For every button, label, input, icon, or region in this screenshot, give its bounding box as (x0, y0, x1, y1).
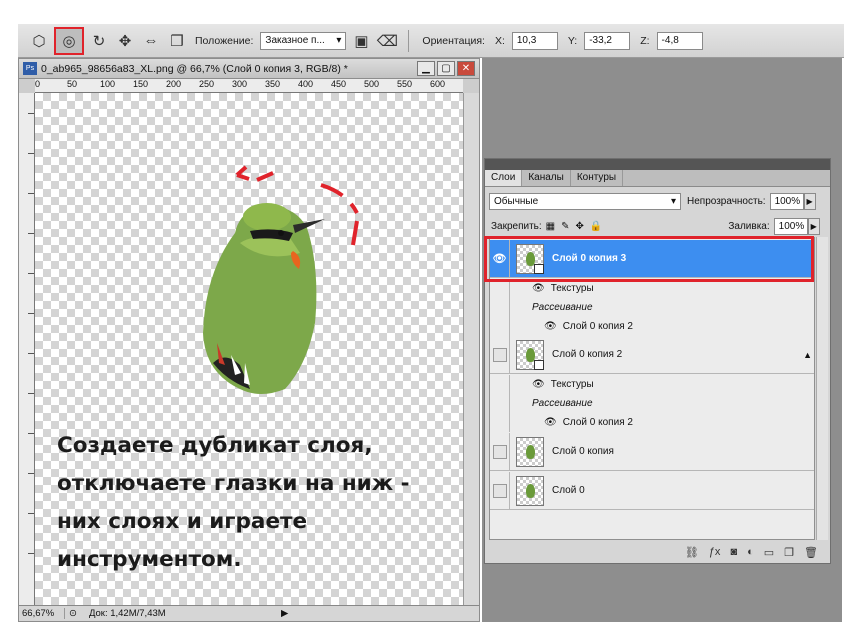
visibility-toggle[interactable] (490, 471, 510, 510)
layer-name: Слой 0 (552, 485, 585, 496)
z-label: Z: (640, 34, 650, 47)
effect-row[interactable]: Рассеивание (490, 394, 814, 413)
selected-layer-highlight (484, 236, 814, 282)
eye-icon[interactable]: 👁 (532, 283, 545, 294)
effect-source-row[interactable]: 👁 Слой 0 копия 2 (490, 413, 814, 432)
layers-list: 👁 Слой 0 копия 3 👁 Текстуры Рассеивание … (489, 237, 815, 540)
y-field[interactable]: -33,2 (584, 31, 631, 50)
position-label: Положение: (195, 34, 254, 47)
eye-icon[interactable]: 👁 (544, 417, 557, 428)
trash-icon[interactable]: 🗑 (804, 546, 818, 559)
zoom-level[interactable]: 66,67% (19, 608, 65, 619)
options-bar: ⬡ ◎ ↻ ✥ ⇔ ❒ Положение: Заказное п... ▾ ▣ … (18, 24, 844, 58)
tutorial-caption: Создаете дубликат слоя, отключаете глазк… (57, 433, 410, 572)
vertical-scrollbar[interactable] (463, 93, 479, 605)
chevron-down-icon: ▾ (336, 35, 342, 46)
panel-footer: ⛓ ƒx ◙ ◐ ▭ ❐ 🗑 (485, 541, 830, 563)
3d-pan-icon[interactable]: ✥ (114, 30, 136, 52)
effect-row[interactable]: 👁 Текстуры (490, 375, 814, 394)
ruler-vertical (19, 93, 35, 605)
status-bar: 66,67% ⊙ Док: 1,42M/7,43M ▶ (19, 605, 479, 621)
z-field[interactable]: -4,8 (656, 31, 703, 50)
folder-icon[interactable]: ▭ (764, 546, 774, 559)
visibility-toggle[interactable] (490, 335, 510, 374)
lock-pixels-icon[interactable]: ✎ (561, 221, 569, 232)
effect-source-row[interactable]: 👁 Слой 0 копия 2 (490, 317, 814, 336)
status-info-icon[interactable]: ⊙ (69, 608, 77, 619)
x-field[interactable]: 10,3 (511, 31, 558, 50)
3d-slide-icon[interactable]: ⇔ (140, 30, 162, 52)
eye-icon[interactable]: 👁 (544, 321, 557, 332)
effect-row[interactable]: Рассеивание (490, 298, 814, 317)
save-icon[interactable]: ▣ (350, 30, 372, 52)
document-window: Ps 0_ab965_98656a83_XL.png @ 66,7% (Слой… (18, 58, 480, 622)
fill-arrow[interactable]: ▶ (807, 217, 820, 235)
lock-transparency-icon[interactable]: ▦ (546, 221, 555, 232)
layer-row[interactable]: Слой 0 копия 2 ▲ (490, 335, 814, 374)
position-select[interactable]: Заказное п... ▾ (260, 31, 347, 50)
ps-file-icon: Ps (23, 62, 37, 75)
layers-panel: Слои Каналы Контуры Обычные ▾ Непрозрачно… (484, 158, 831, 564)
chevron-down-icon: ▾ (670, 195, 676, 207)
lock-label: Закрепить: (491, 220, 542, 232)
eye-icon[interactable]: 👁 (532, 379, 545, 390)
maximize-button[interactable]: ▢ (437, 61, 455, 76)
mask-icon[interactable]: ◙ (730, 546, 737, 558)
blend-mode-select[interactable]: Обычные ▾ (489, 192, 681, 210)
opacity-field[interactable]: 100% (769, 192, 804, 210)
fill-field[interactable]: 100% (773, 217, 808, 235)
orientation-label: Ориентация: (422, 34, 485, 47)
opacity-arrow[interactable]: ▶ (803, 192, 816, 210)
3d-roll-tool-icon[interactable]: ◎ (54, 26, 84, 55)
tab-channels[interactable]: Каналы (522, 170, 571, 186)
layer-name: Слой 0 копия (552, 446, 614, 457)
status-arrow-icon[interactable]: ▶ (281, 608, 288, 619)
tab-paths[interactable]: Контуры (571, 170, 624, 186)
3d-spin-icon[interactable]: ↻ (88, 30, 110, 52)
doc-size-info: Док: 1,42M/7,43M (88, 608, 166, 619)
document-tab[interactable]: Ps 0_ab965_98656a83_XL.png @ 66,7% (Слой… (19, 59, 479, 79)
layers-scrollbar[interactable] (816, 237, 828, 540)
minimize-button[interactable]: ▁ (417, 61, 435, 76)
ruler-horizontal: 0 50 100 150 200 250 300 350 400 450 500… (35, 79, 463, 93)
layer-thumbnail (516, 436, 544, 467)
layer-row[interactable]: Слой 0 (490, 471, 814, 510)
adjustment-icon[interactable]: ◐ (747, 546, 754, 558)
lock-position-icon[interactable]: ✥ (576, 221, 584, 232)
layer-name: Слой 0 копия 2 (552, 349, 623, 360)
close-button[interactable]: ✕ (457, 61, 475, 76)
document-title: 0_ab965_98656a83_XL.png @ 66,7% (Слой 0 … (41, 62, 348, 75)
link-icon[interactable]: ⛓ (685, 546, 699, 559)
x-label: X: (494, 34, 505, 47)
layer-row[interactable]: Слой 0 копия (490, 432, 814, 471)
y-label: Y: (567, 34, 578, 47)
opacity-label: Непрозрачность: (687, 195, 766, 207)
tab-layers[interactable]: Слои (485, 170, 523, 186)
layer-thumbnail (516, 339, 544, 370)
panel-header[interactable] (485, 159, 830, 170)
fill-label: Заливка: (728, 220, 770, 232)
visibility-toggle[interactable] (490, 432, 510, 471)
lock-all-icon[interactable]: 🔒 (590, 221, 602, 232)
3d-scale-icon[interactable]: ❒ (166, 30, 188, 52)
3d-rotate-icon[interactable]: ⬡ (28, 30, 50, 52)
fx-icon[interactable]: ƒx (709, 546, 721, 558)
layer-thumbnail (516, 475, 544, 506)
trash-icon[interactable]: ⌫ (376, 30, 398, 52)
fx-collapse-icon[interactable]: ▲ (803, 350, 812, 360)
new-layer-icon[interactable]: ❐ (784, 546, 794, 559)
